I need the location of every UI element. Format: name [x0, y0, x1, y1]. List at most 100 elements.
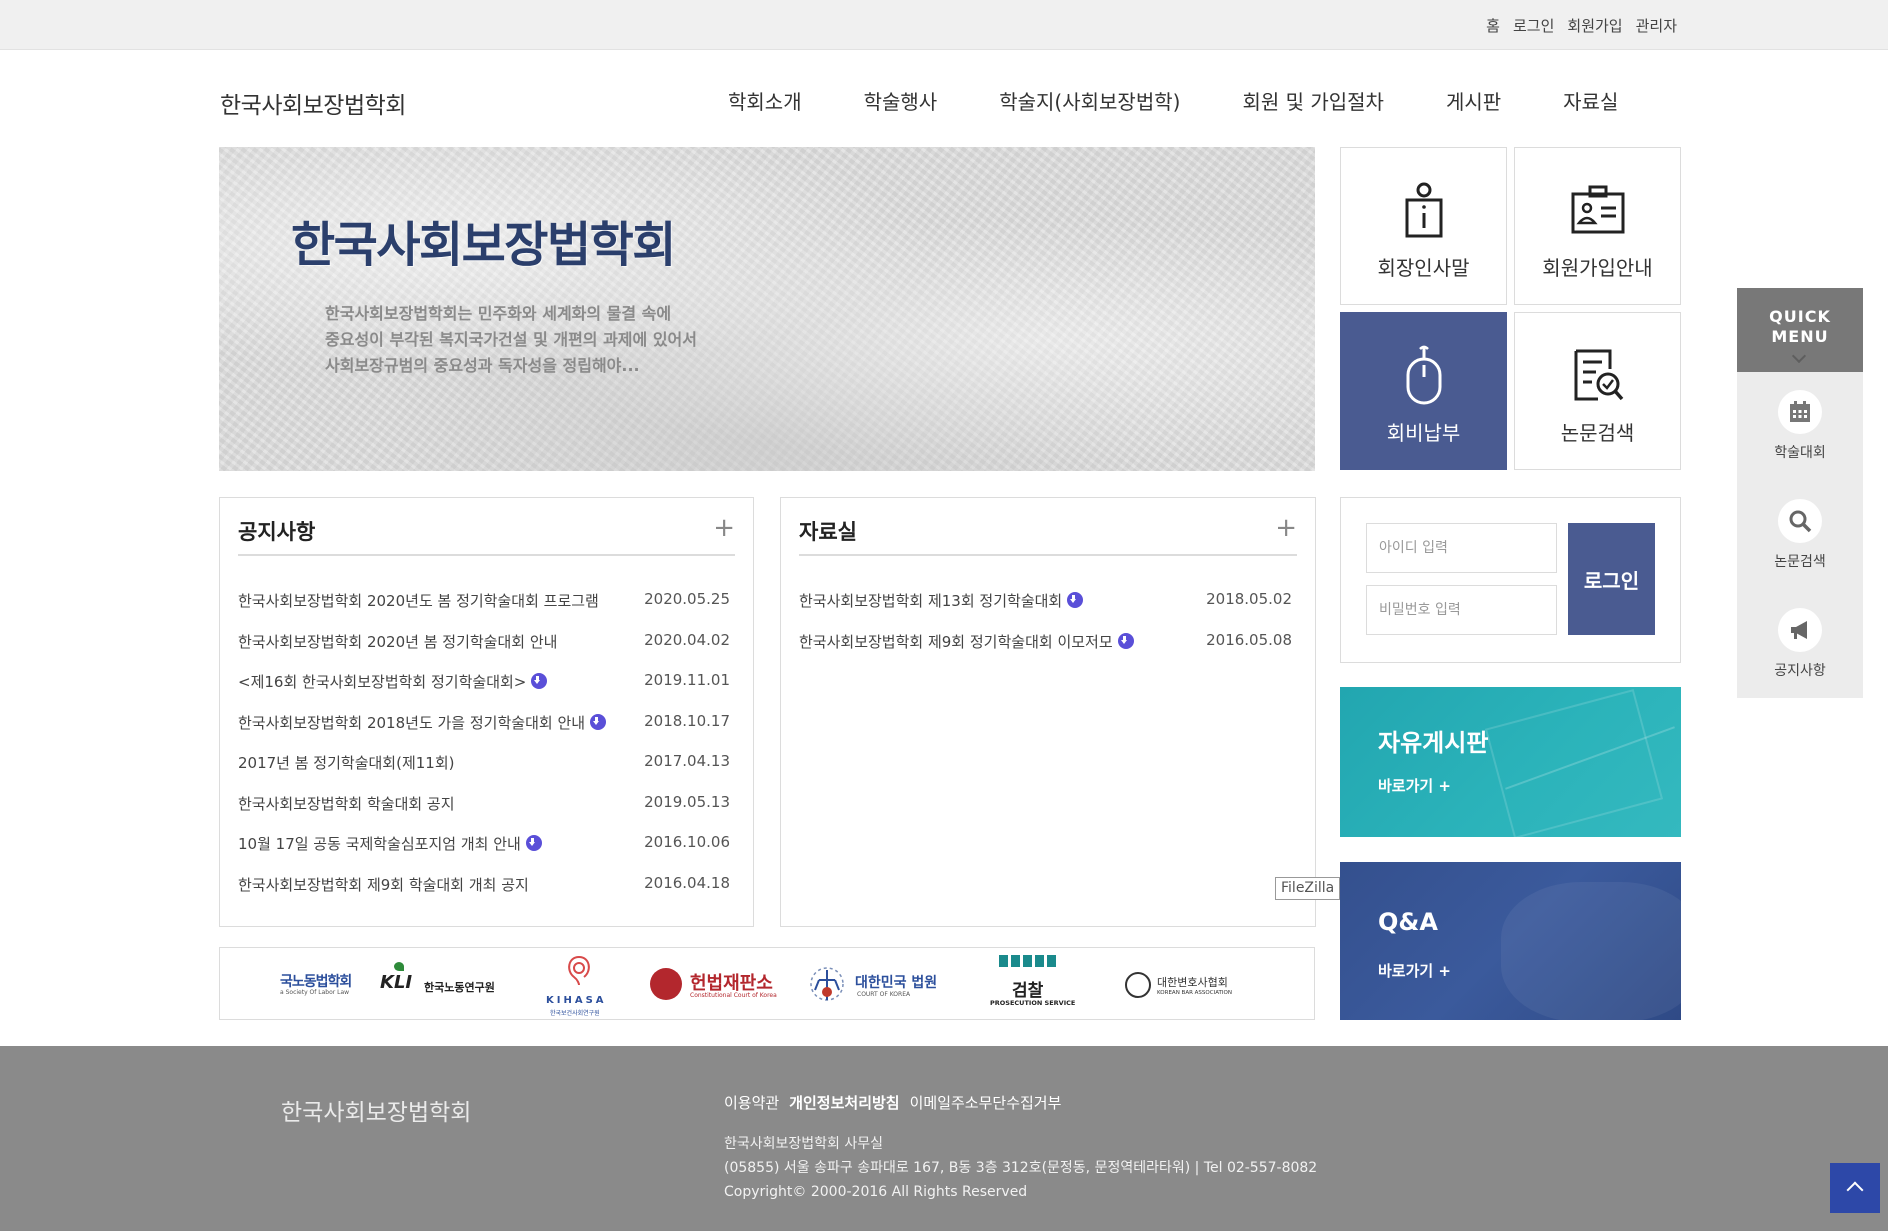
- nav-item-events[interactable]: 학술행사: [864, 86, 938, 115]
- partner-labor-law-society[interactable]: 국노동법학회 a Society Of Labor Law: [280, 948, 360, 1021]
- id-card-icon: [1571, 185, 1624, 234]
- tile-label: 회비납부: [1386, 421, 1461, 445]
- site-logo[interactable]: 한국사회보장법학회: [220, 86, 406, 120]
- item-title: 한국사회보장법학회 제13회 정기학술대회: [799, 592, 1063, 610]
- court-scales-icon: [810, 967, 844, 1001]
- tile-label: 회원가입안내: [1542, 256, 1653, 280]
- partner-sub: a Society Of Labor Law: [280, 989, 350, 996]
- partner-kihasa[interactable]: KIHASA 한국보건사회연구원: [540, 948, 620, 1021]
- tile-membership-guide[interactable]: 회원가입안내: [1514, 147, 1681, 305]
- list-item[interactable]: 한국사회보장법학회 2018년도 가을 정기학술대회 안내 2018.10.17: [238, 712, 735, 753]
- footer-logo: 한국사회보장법학회: [281, 1100, 472, 1126]
- item-title: 한국사회보장법학회 학술대회 공지: [238, 794, 455, 813]
- notice-more-button[interactable]: +: [713, 514, 735, 542]
- admin-link[interactable]: 관리자: [1636, 15, 1677, 36]
- privacy-link[interactable]: 개인정보처리방침: [789, 1092, 899, 1113]
- person-info-icon: [1405, 182, 1442, 238]
- copyright: Copyright© 2000-2016 All Rights Reserved: [724, 1184, 1028, 1200]
- quick-menu-title-line: QUICK: [1769, 307, 1831, 326]
- tile-president-greeting[interactable]: 회장인사말: [1340, 147, 1507, 305]
- banner-title: Q&A: [1378, 908, 1438, 936]
- password-input[interactable]: [1366, 585, 1557, 635]
- signup-link[interactable]: 회원가입: [1567, 15, 1622, 36]
- footer-info: 한국사회보장법학회 사무실 (05855) 서울 송파구 송파대로 167, B…: [724, 1132, 1317, 1204]
- list-item[interactable]: <제16회 한국사회보장법학회 정기학술대회> 2019.11.01: [238, 671, 735, 712]
- archive-list: 한국사회보장법학회 제13회 정기학술대회 2018.05.02 한국사회보장법학…: [799, 590, 1297, 671]
- item-date: 2018.10.17: [644, 711, 730, 730]
- list-item[interactable]: 10월 17일 공동 국제학술심포지엄 개최 안내 2016.10.06: [238, 833, 735, 874]
- tile-fee-payment[interactable]: 회비납부: [1340, 312, 1507, 470]
- nav-item-board[interactable]: 게시판: [1446, 86, 1501, 115]
- list-item[interactable]: 한국사회보장법학회 2020년도 봄 정기학술대회 프로그램 2020.05.25: [238, 590, 735, 631]
- partner-prosecution[interactable]: 검찰 PROSECUTION SERVICE: [990, 948, 1090, 1021]
- quick-item-notice[interactable]: 공지사항: [1737, 608, 1863, 698]
- item-title: 한국사회보장법학회 2018년도 가을 정기학술대회 안내: [238, 713, 586, 732]
- nav-item-membership[interactable]: 회원 및 가입절차: [1242, 86, 1384, 115]
- quick-item-label: 학술대회: [1774, 445, 1826, 461]
- list-item[interactable]: 한국사회보장법학회 제13회 정기학술대회 2018.05.02: [799, 590, 1297, 631]
- nav-item-archive[interactable]: 자료실: [1563, 86, 1618, 115]
- hero-title: 한국사회보장법학회: [291, 217, 676, 273]
- list-item[interactable]: 한국사회보장법학회 학술대회 공지 2019.05.13: [238, 793, 735, 834]
- partner-supreme-court[interactable]: 대한민국 법원 COURT OF KOREA: [805, 948, 940, 1021]
- scroll-top-button[interactable]: [1830, 1163, 1880, 1213]
- home-link[interactable]: 홈: [1486, 15, 1500, 36]
- qa-banner[interactable]: Q&A 바로가기 +: [1340, 862, 1681, 1020]
- chevron-down-icon: [1791, 348, 1807, 364]
- search-icon: [1789, 510, 1812, 533]
- calendar-icon: [1790, 401, 1810, 422]
- main-nav: 학회소개 학술행사 학술지(사회보장법학) 회원 및 가입절차 게시판 자료실: [728, 86, 1618, 115]
- partner-kli[interactable]: KLI 한국노동연구원: [380, 948, 510, 1021]
- board-header: 공지사항 +: [238, 514, 735, 556]
- hero-banner: 한국사회보장법학회 한국사회보장법학회는 민주화와 세계화의 물결 속에 중요성…: [219, 147, 1315, 471]
- partner-mark: KLI: [380, 972, 413, 993]
- item-date: 2016.05.08: [1206, 630, 1292, 649]
- download-icon: [531, 673, 548, 689]
- quick-menu-title-line: MENU: [1771, 327, 1829, 346]
- terms-link[interactable]: 이용약관: [724, 1092, 779, 1113]
- banner-link[interactable]: 바로가기 +: [1378, 960, 1451, 981]
- list-item[interactable]: 2017년 봄 정기학술대회(제11회) 2017.04.13: [238, 752, 735, 793]
- quick-menu-header[interactable]: QUICK MENU: [1737, 288, 1863, 372]
- archive-more-button[interactable]: +: [1275, 514, 1297, 542]
- partner-bar-association[interactable]: 대한변호사협회 KOREAN BAR ASSOCIATION: [1125, 948, 1265, 1021]
- banner-title: 자유게시판: [1378, 729, 1489, 757]
- hero-desc-line: 사회보장규범의 중요성과 독자성을 정립해야...: [325, 356, 640, 375]
- nav-item-journal[interactable]: 학술지(사회보장법학): [999, 86, 1180, 115]
- leaf-icon: [394, 962, 404, 971]
- bar-emblem-icon: [1125, 972, 1151, 998]
- login-link[interactable]: 로그인: [1513, 15, 1554, 36]
- quick-item-conference[interactable]: 학술대회: [1737, 390, 1863, 480]
- list-item[interactable]: 한국사회보장법학회 2020년 봄 정기학술대회 안내 2020.04.02: [238, 631, 735, 672]
- quick-item-paper-search[interactable]: 논문검색: [1737, 499, 1863, 589]
- footer-links: 이용약관 개인정보처리방침 이메일주소무단수집거부: [724, 1092, 1061, 1113]
- free-board-banner[interactable]: 자유게시판 바로가기 +: [1340, 687, 1681, 837]
- quick-menu-title: QUICK MENU: [1737, 307, 1863, 347]
- item-title: 한국사회보장법학회 2020년도 봄 정기학술대회 프로그램: [238, 592, 599, 610]
- download-icon: [590, 713, 607, 730]
- partner-sub: PROSECUTION SERVICE: [990, 999, 1076, 1007]
- partner-sub: KOREAN BAR ASSOCIATION: [1157, 990, 1232, 996]
- email-refusal-link[interactable]: 이메일주소무단수집거부: [910, 1092, 1062, 1113]
- banner-link[interactable]: 바로가기 +: [1378, 775, 1451, 796]
- partner-sub: COURT OF KOREA: [857, 991, 911, 998]
- list-item[interactable]: 한국사회보장법학회 제9회 정기학술대회 이모저모 2016.05.08: [799, 631, 1297, 672]
- partner-name: 국노동법학회: [280, 974, 352, 990]
- board-title: 공지사항: [238, 520, 316, 544]
- partner-sub: Constitutional Court of Korea: [690, 992, 777, 999]
- partner-name: 대한변호사협회: [1157, 976, 1228, 989]
- download-icon: [525, 835, 542, 851]
- partner-logos: 국노동법학회 a Society Of Labor Law KLI 한국노동연구…: [219, 947, 1315, 1020]
- nav-item-about[interactable]: 학회소개: [728, 86, 802, 115]
- quick-item-label: 논문검색: [1774, 554, 1826, 570]
- id-input[interactable]: [1366, 523, 1557, 573]
- hero-desc-line: 한국사회보장법학회는 민주화와 세계화의 물결 속에: [325, 304, 672, 323]
- item-title: 한국사회보장법학회 제9회 학술대회 개최 공지: [238, 875, 529, 894]
- list-item[interactable]: 한국사회보장법학회 제9회 학술대회 개최 공지 2016.04.18: [238, 874, 735, 915]
- login-button[interactable]: 로그인: [1568, 523, 1655, 635]
- board-title: 자료실: [799, 520, 857, 544]
- tile-paper-search[interactable]: 논문검색: [1514, 312, 1681, 470]
- partner-constitutional-court[interactable]: 헌법재판소 Constitutional Court of Korea: [650, 948, 785, 1021]
- partner-name: 한국노동연구원: [424, 981, 495, 994]
- partner-name: 검찰: [1012, 981, 1044, 1001]
